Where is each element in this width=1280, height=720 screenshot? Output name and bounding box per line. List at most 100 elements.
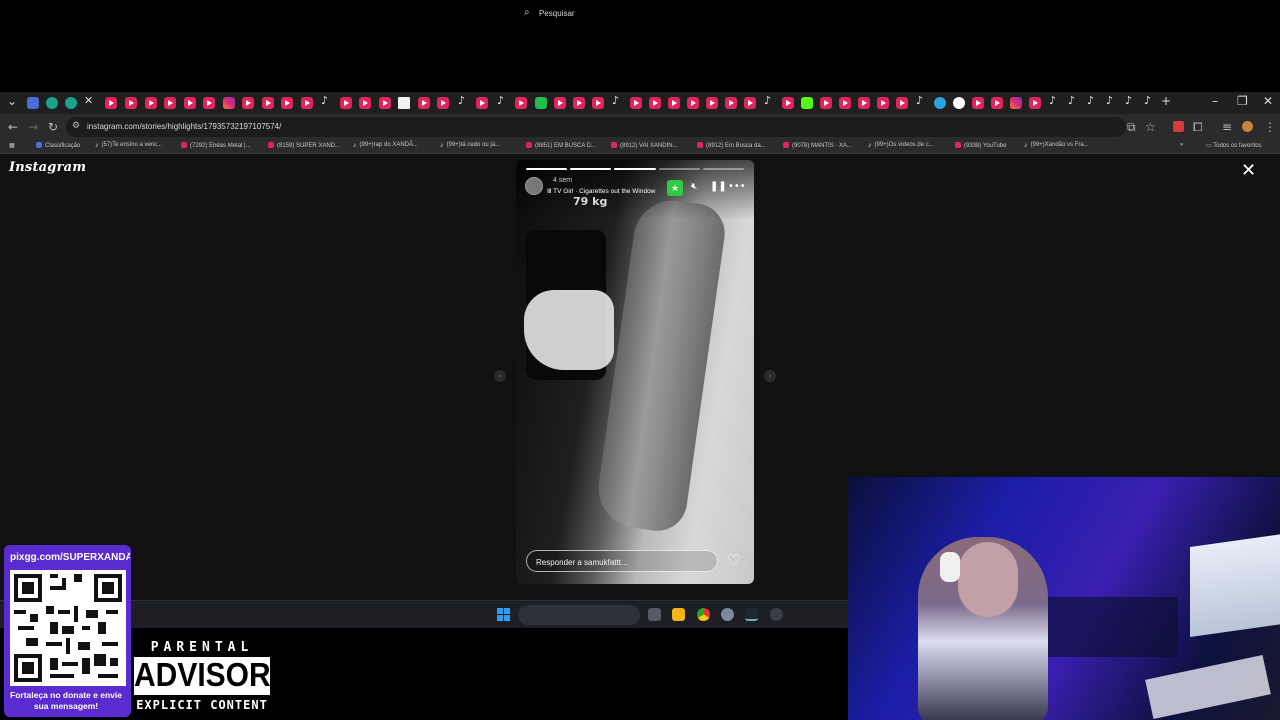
bookmark-item[interactable]: (8159) SUPER XAND... <box>268 142 340 149</box>
tab-youtube-icon[interactable] <box>839 97 851 109</box>
tab-youtube-icon[interactable] <box>437 97 449 109</box>
back-icon[interactable]: ← <box>8 120 18 134</box>
tab-youtube-icon[interactable] <box>706 97 718 109</box>
tab-youtube-icon[interactable] <box>281 97 293 109</box>
bookmark-item[interactable]: (8912) Em Busca da... <box>697 142 766 149</box>
profile-avatar[interactable] <box>1242 121 1253 132</box>
bookmarks-overflow-icon[interactable]: » <box>1180 142 1183 148</box>
previous-story-icon[interactable]: ‹ <box>494 370 506 382</box>
tab-youtube-icon[interactable] <box>203 97 215 109</box>
bookmark-item[interactable]: ♪ (99+)Os vídeos de c... <box>868 142 934 149</box>
bookmark-item[interactable]: (8851) EM BUSCA D... <box>526 142 596 149</box>
tab-youtube-icon[interactable] <box>340 97 352 109</box>
tab-instagram-icon[interactable] <box>1010 97 1022 109</box>
bookmark-item[interactable]: (9078) MANTIS · XA... <box>783 142 852 149</box>
tab-favicon[interactable] <box>27 97 39 109</box>
obs-icon[interactable] <box>770 608 783 621</box>
more-options-icon[interactable]: ••• <box>728 181 746 192</box>
tab-youtube-icon[interactable] <box>262 97 274 109</box>
task-view-icon[interactable] <box>648 608 661 621</box>
tab-youtube-icon[interactable] <box>418 97 430 109</box>
forward-icon[interactable]: → <box>28 120 38 134</box>
tab-youtube-icon[interactable] <box>858 97 870 109</box>
tab-tiktok-icon[interactable] <box>496 94 508 109</box>
bookmark-item[interactable]: ♪ (99+)rap do XANDÃ... <box>353 142 418 149</box>
tab-telegram-icon[interactable] <box>934 97 946 109</box>
tab-google-icon[interactable] <box>953 97 965 109</box>
story-viewer[interactable]: 4 sem Ⅲ TV Girl · Cigarettes out the Win… <box>516 160 754 584</box>
next-story-icon[interactable]: › <box>764 370 776 382</box>
tab-tiktok-icon[interactable] <box>915 94 927 109</box>
tab-tiktok-icon[interactable] <box>1143 94 1155 109</box>
tab-close-icon[interactable]: ✕ <box>84 94 96 110</box>
chrome-icon[interactable] <box>697 608 710 621</box>
tab-youtube-icon[interactable] <box>687 97 699 109</box>
tab-tiktok-icon[interactable] <box>611 94 623 109</box>
story-music-label[interactable]: Ⅲ TV Girl · Cigarettes out the Window <box>547 187 655 195</box>
window-close-icon[interactable]: ✕ <box>1263 94 1273 108</box>
taskbar-search-placeholder[interactable]: Pesquisar <box>539 9 575 18</box>
tab-tiktok-icon[interactable] <box>1124 94 1136 109</box>
restore-icon[interactable]: ❐ <box>1237 94 1248 108</box>
settings-gear-icon[interactable] <box>721 608 734 621</box>
tab-youtube-icon[interactable] <box>782 97 794 109</box>
tab-youtube-icon[interactable] <box>573 97 585 109</box>
sidepanel-icon[interactable]: ≡ <box>1222 120 1232 134</box>
tab-youtube-icon[interactable] <box>668 97 680 109</box>
tab-youtube-icon[interactable] <box>896 97 908 109</box>
steam-icon[interactable] <box>745 608 758 621</box>
tab-youtube-icon[interactable] <box>630 97 642 109</box>
tab-tiktok-icon[interactable] <box>320 94 332 109</box>
tab-tiktok-icon[interactable] <box>1067 94 1079 109</box>
tab-youtube-icon[interactable] <box>379 97 391 109</box>
bookmark-item[interactable]: (7292) Enéas Metal |... <box>181 142 251 149</box>
all-bookmarks-folder[interactable]: ▭ Todos os favoritos <box>1206 142 1262 149</box>
close-story-icon[interactable]: ✕ <box>1241 160 1256 181</box>
tab-youtube-icon[interactable] <box>184 97 196 109</box>
bookmark-star-icon[interactable]: ☆ <box>1145 120 1156 134</box>
bookmark-item[interactable]: (8912) VAI XANDIN... <box>611 142 678 149</box>
site-info-icon[interactable]: ⚙ <box>72 121 80 131</box>
reload-icon[interactable]: ↻ <box>48 120 58 134</box>
tab-youtube-icon[interactable] <box>242 97 254 109</box>
instagram-logo[interactable]: Instagram <box>9 160 86 175</box>
tab-youtube-icon[interactable] <box>359 97 371 109</box>
tab-youtube-icon[interactable] <box>649 97 661 109</box>
windows-start-icon[interactable] <box>497 608 510 621</box>
tab-youtube-icon[interactable] <box>877 97 889 109</box>
menu-icon[interactable]: ⋮ <box>1264 120 1276 134</box>
apps-icon[interactable]: ▦ <box>9 142 15 149</box>
bookmark-item[interactable]: ♪ (99+)tá cedo ou já... <box>440 142 500 149</box>
tab-favicon[interactable] <box>535 97 547 109</box>
taskbar-search-input[interactable] <box>518 605 640 625</box>
tab-youtube-icon[interactable] <box>554 97 566 109</box>
tab-tiktok-icon[interactable] <box>457 94 469 109</box>
tab-youtube-icon[interactable] <box>820 97 832 109</box>
tab-youtube-icon[interactable] <box>972 97 984 109</box>
tab-search-icon[interactable]: ⌄ <box>7 94 17 108</box>
tab-tiktok-icon[interactable] <box>1105 94 1117 109</box>
tab-youtube-icon[interactable] <box>592 97 604 109</box>
tab-youtube-icon[interactable] <box>725 97 737 109</box>
like-heart-icon[interactable]: ♡ <box>727 551 740 569</box>
reply-placeholder[interactable]: Responder a samukfattt... <box>536 558 628 567</box>
tab-kick-icon[interactable] <box>801 97 813 109</box>
tab-instagram-icon[interactable] <box>223 97 235 109</box>
tab-youtube-icon[interactable] <box>991 97 1003 109</box>
tab-favicon[interactable] <box>398 97 410 109</box>
extension-icon[interactable] <box>1173 121 1184 132</box>
tab-youtube-icon[interactable] <box>744 97 756 109</box>
tab-youtube-icon[interactable] <box>515 97 527 109</box>
file-explorer-icon[interactable] <box>672 608 685 621</box>
bookmark-item[interactable]: (9338) YouTube <box>955 142 1006 149</box>
tab-tiktok-icon[interactable] <box>1048 94 1060 109</box>
tab-tiktok-icon[interactable] <box>763 94 775 109</box>
bookmark-item[interactable]: ♪ (57)Te ensino a venc... <box>95 142 162 149</box>
tab-youtube-icon[interactable] <box>125 97 137 109</box>
minimize-icon[interactable]: – <box>1212 94 1218 108</box>
tab-youtube-icon[interactable] <box>1029 97 1041 109</box>
tab-favicon[interactable] <box>65 97 77 109</box>
tab-favicon[interactable] <box>46 97 58 109</box>
tab-youtube-icon[interactable] <box>476 97 488 109</box>
tab-youtube-icon[interactable] <box>105 97 117 109</box>
